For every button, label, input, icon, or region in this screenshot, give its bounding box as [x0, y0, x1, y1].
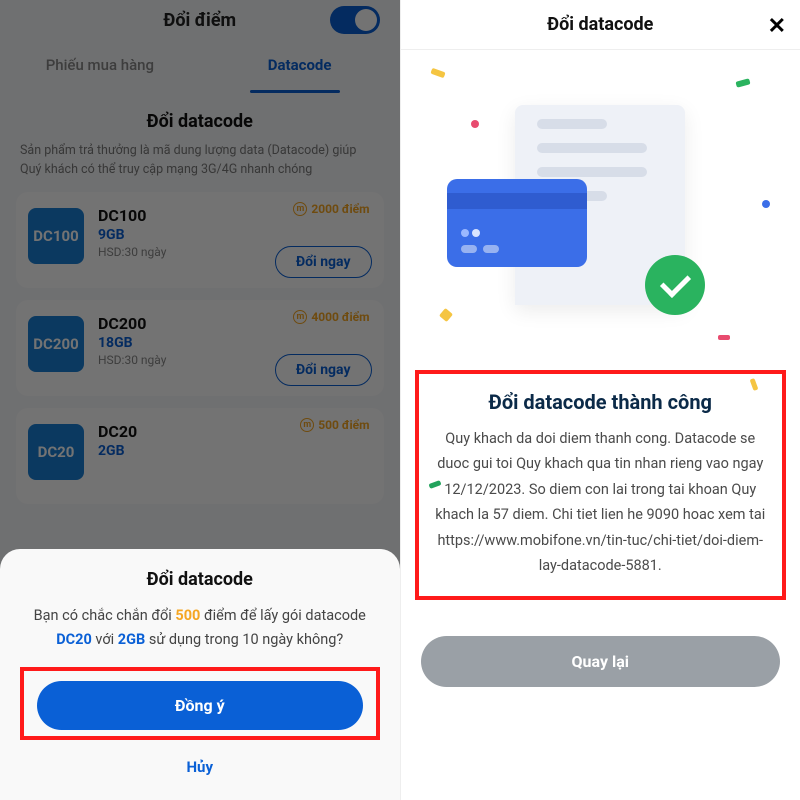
receipt-line [537, 167, 647, 177]
success-text: Quy khach da doi diem thanh cong. Dataco… [431, 426, 771, 578]
confirm-highlight: Đồng ý [20, 667, 380, 740]
modal-points: 500 [175, 607, 200, 624]
receipt-line [537, 119, 607, 129]
success-highlight: Đổi datacode thành công Quy khach da doi… [415, 370, 787, 600]
receipt-line [537, 143, 647, 153]
success-title: Đổi datacode thành công [431, 390, 771, 414]
confetti-icon [762, 200, 770, 208]
confetti-icon [718, 335, 730, 340]
card-strip [447, 193, 587, 209]
header-title: Đổi datacode [547, 14, 653, 35]
cancel-button[interactable]: Hủy [20, 758, 380, 776]
confetti-icon [430, 68, 445, 78]
close-icon[interactable]: ✕ [768, 14, 786, 39]
confetti-icon [735, 78, 750, 87]
confirm-button[interactable]: Đồng ý [37, 681, 363, 730]
card-toggle-icon [461, 229, 480, 237]
right-screen: Đổi datacode ✕ Đổi datacode thành công Q… [400, 0, 800, 800]
confetti-icon [471, 120, 479, 128]
modal-volume: 2GB [118, 631, 145, 648]
header-bar: Đổi datacode [401, 0, 800, 50]
left-screen: Đổi điểm Phiếu mua hàng Datacode Đổi dat… [0, 0, 400, 800]
modal-body: Bạn có chắc chắn đổi 500 điểm để lấy gói… [20, 604, 380, 653]
card-icon [447, 179, 587, 267]
confetti-icon [438, 308, 452, 322]
modal-title: Đổi datacode [20, 569, 380, 590]
check-icon [645, 255, 705, 315]
receipt-icon [515, 105, 685, 305]
back-button[interactable]: Quay lại [421, 636, 781, 687]
card-dots [461, 245, 499, 253]
modal-code: DC20 [56, 631, 92, 648]
confirm-modal: Đổi datacode Bạn có chắc chắn đổi 500 đi… [0, 549, 400, 800]
success-illustration [401, 50, 800, 360]
